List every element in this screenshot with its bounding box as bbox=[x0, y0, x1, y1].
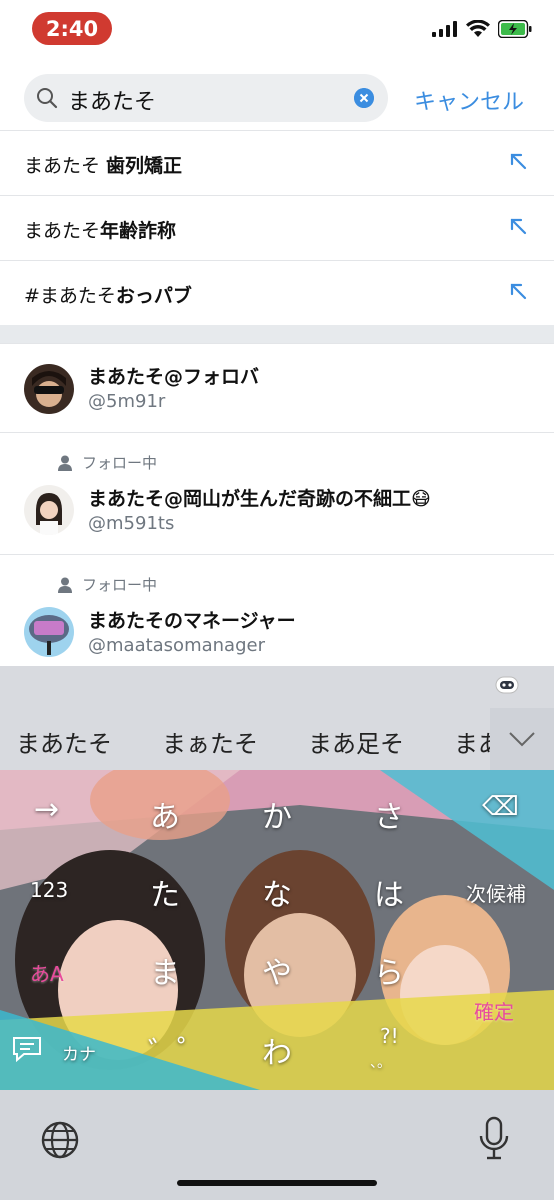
home-indicator[interactable] bbox=[177, 1180, 377, 1186]
suggestion-item[interactable]: #まあたそおっパブ bbox=[0, 260, 554, 325]
user-handle: @5m91r bbox=[88, 391, 166, 412]
suggestion-item[interactable]: まあたそ年齢詐称 bbox=[0, 195, 554, 260]
expand-candidates-button[interactable] bbox=[490, 708, 554, 770]
suggestion-label: まあたそ 歯列矯正 bbox=[24, 155, 183, 177]
wifi-icon bbox=[466, 20, 490, 37]
user-display-name: まあたそのマネージャー bbox=[88, 610, 296, 632]
avatar bbox=[24, 607, 74, 657]
following-label: フォロー中 bbox=[58, 574, 157, 595]
user-display-name: まあたそ@岡山が生んだ奇跡の不細工😷 bbox=[88, 488, 431, 510]
key-na[interactable]: な bbox=[262, 870, 292, 914]
search-input[interactable]: まあたそ bbox=[24, 74, 388, 122]
fill-query-arrow-icon[interactable] bbox=[508, 281, 528, 301]
input-mode-key[interactable]: あA bbox=[30, 958, 64, 987]
search-query-text[interactable]: まあたそ bbox=[68, 84, 156, 116]
key-ta[interactable]: た bbox=[150, 870, 180, 914]
user-row[interactable]: まあたそ@フォロバ @5m91r bbox=[0, 343, 554, 432]
key-ma[interactable]: ま bbox=[150, 948, 180, 992]
numbers-key[interactable]: 123 bbox=[30, 878, 68, 902]
fill-query-arrow-icon[interactable] bbox=[508, 151, 528, 171]
avatar bbox=[24, 485, 74, 535]
user-row[interactable]: フォロー中 まあたそ@岡山が生んだ奇跡の不細工😷 @m591ts bbox=[0, 432, 554, 554]
section-divider bbox=[0, 325, 554, 343]
microphone-icon[interactable] bbox=[478, 1116, 510, 1162]
candidate-word[interactable]: まあたそ bbox=[16, 724, 112, 759]
punctuation-key[interactable]: ?! bbox=[380, 1024, 399, 1048]
status-time[interactable]: 2:40 bbox=[32, 12, 112, 45]
user-handle: @maatasomanager bbox=[88, 635, 265, 656]
cancel-button[interactable]: キャンセル bbox=[414, 84, 524, 116]
key-sa[interactable]: さ bbox=[374, 792, 404, 836]
status-icons bbox=[432, 20, 532, 38]
suggestion-label: まあたそ年齢詐称 bbox=[24, 220, 177, 242]
keyboard-top-strip bbox=[0, 666, 554, 708]
globe-icon[interactable] bbox=[40, 1120, 80, 1160]
dakuten-key[interactable]: ゛ ゚ bbox=[148, 1028, 185, 1072]
avatar bbox=[24, 364, 74, 414]
chevron-down-icon bbox=[509, 732, 535, 747]
cursor-right-key[interactable]: → bbox=[34, 792, 59, 827]
person-icon bbox=[58, 455, 72, 471]
key-ra[interactable]: ら bbox=[374, 948, 404, 992]
search-icon bbox=[37, 88, 58, 109]
user-row[interactable]: フォロー中 まあたそのマネージャー @maatasomanager bbox=[0, 554, 554, 666]
person-icon bbox=[58, 577, 72, 593]
status-bar: 2:40 bbox=[0, 0, 554, 58]
emoji-comment-icon[interactable] bbox=[12, 1036, 42, 1062]
fill-query-arrow-icon[interactable] bbox=[508, 216, 528, 236]
kana-key[interactable]: カナ bbox=[62, 1040, 96, 1065]
assistant-robot-icon[interactable] bbox=[494, 672, 520, 698]
candidate-word[interactable]: まあ足そ bbox=[308, 724, 404, 759]
delete-key[interactable]: ⌫ bbox=[482, 792, 519, 822]
next-candidate-key[interactable]: 次候補 bbox=[466, 878, 526, 907]
punctuation-key-secondary: 、。 bbox=[370, 1055, 391, 1071]
signal-icon bbox=[432, 21, 457, 37]
key-wa[interactable]: わ bbox=[262, 1028, 292, 1072]
keyboard-background-photo: → あ か さ ⌫ 123 た な は 次候補 あA ま や ら 確定 カナ ゛… bbox=[0, 770, 554, 1090]
suggestion-item[interactable]: まあたそ 歯列矯正 bbox=[0, 130, 554, 195]
confirm-key[interactable]: 確定 bbox=[474, 996, 514, 1025]
search-header: まあたそ キャンセル bbox=[0, 70, 554, 126]
battery-charging-icon bbox=[498, 20, 532, 38]
candidate-word[interactable]: まぁたそ bbox=[162, 724, 258, 759]
key-a[interactable]: あ bbox=[150, 792, 180, 836]
key-ha[interactable]: は bbox=[374, 870, 404, 914]
key-ka[interactable]: か bbox=[262, 792, 292, 836]
key-ya[interactable]: や bbox=[262, 948, 292, 992]
suggestion-label: #まあたそおっパブ bbox=[24, 285, 192, 307]
candidate-bar: まあたそ まぁたそ まあ足そ まあ bbox=[0, 708, 554, 770]
user-display-name: まあたそ@フォロバ bbox=[88, 366, 260, 388]
clear-icon[interactable] bbox=[354, 88, 374, 108]
following-label: フォロー中 bbox=[58, 452, 157, 473]
user-handle: @m591ts bbox=[88, 513, 175, 534]
